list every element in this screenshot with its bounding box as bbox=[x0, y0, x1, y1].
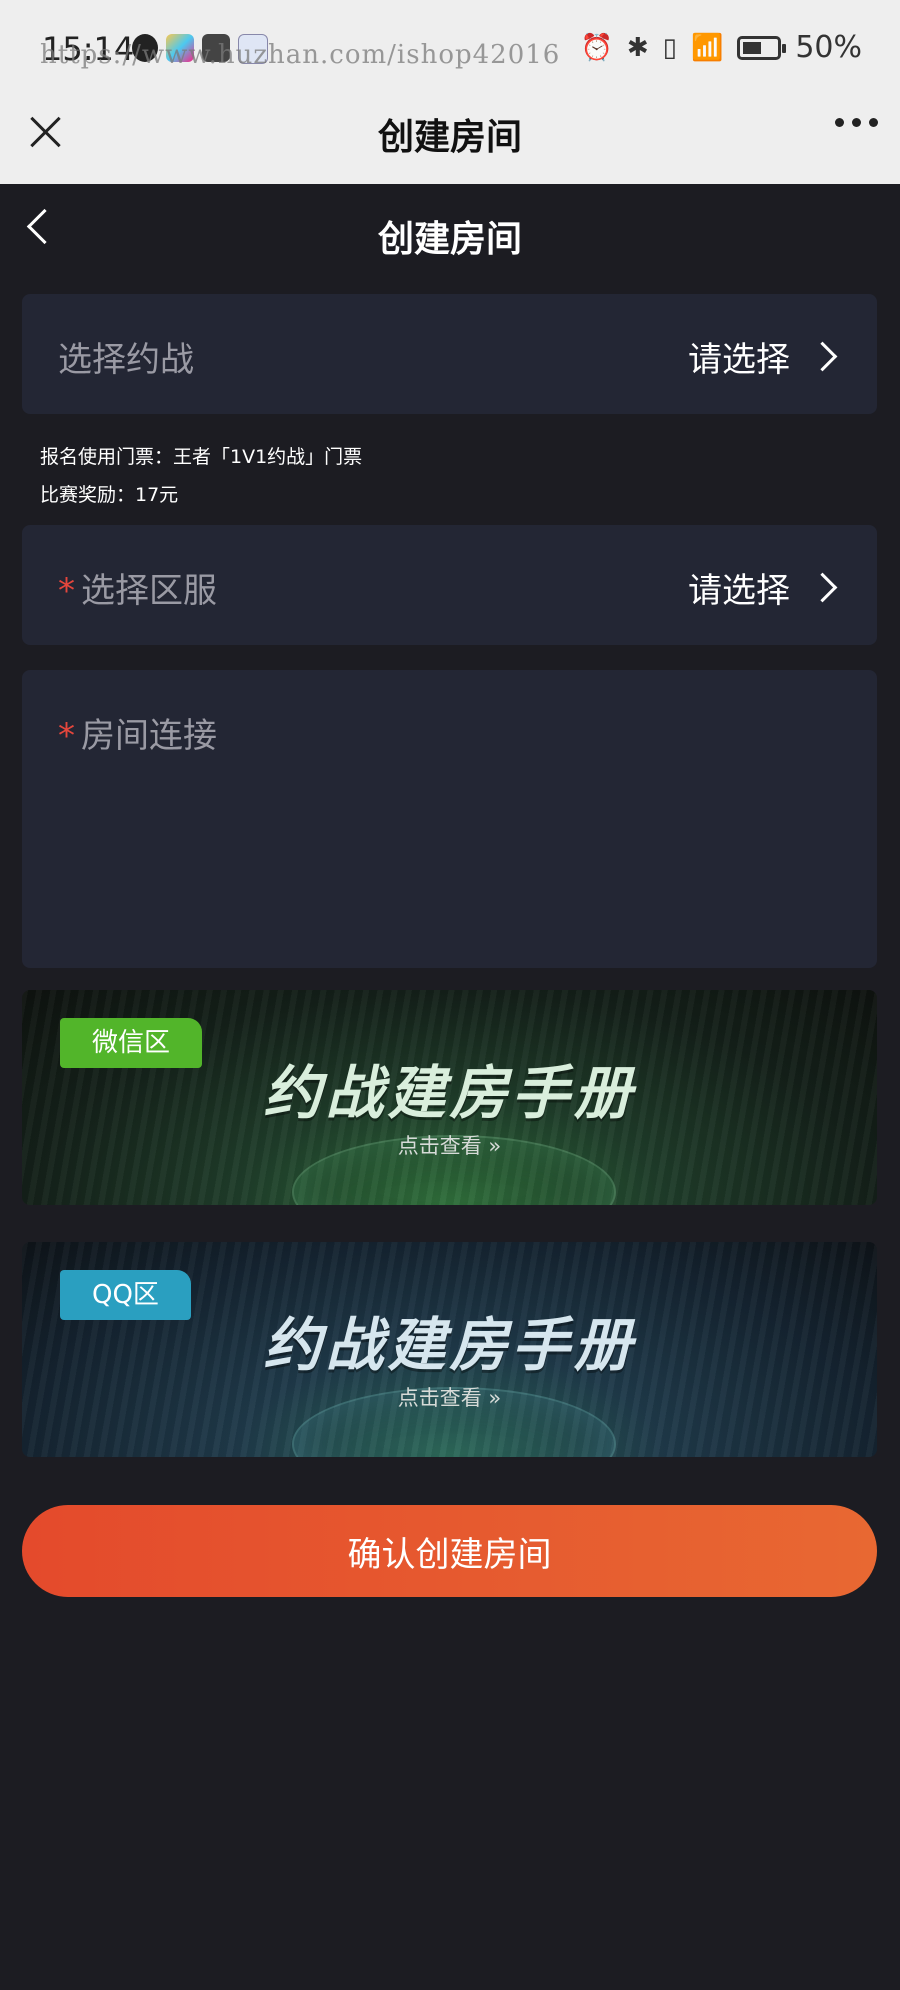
room-link-field[interactable]: * 房间连接 bbox=[22, 670, 877, 968]
banner-view-link[interactable]: 点击查看 » bbox=[22, 1382, 877, 1412]
reward-note: 比赛奖励：17元 bbox=[40, 484, 179, 506]
select-server-row[interactable]: * 选择区服 请选择 bbox=[22, 525, 877, 645]
page-title: 创建房间 bbox=[377, 219, 522, 260]
confirm-create-room-button[interactable]: 确认创建房间 bbox=[22, 1505, 877, 1597]
top-nav-title: 创建房间 bbox=[377, 117, 522, 158]
room-link-label-text: 房间连接 bbox=[81, 716, 217, 756]
battery-icon bbox=[737, 35, 787, 60]
banner-headline: 约战建房手册 bbox=[263, 1311, 636, 1379]
select-server-label: * 选择区服 bbox=[58, 563, 217, 612]
banner-headline: 约战建房手册 bbox=[263, 1059, 636, 1127]
chevron-right-icon bbox=[807, 341, 838, 372]
bluetooth-icon: ✱ bbox=[626, 32, 649, 63]
alarm-icon: ⏰ bbox=[580, 32, 613, 63]
select-battle-picker[interactable]: 请选择 bbox=[688, 332, 838, 381]
chevron-right-icon bbox=[807, 572, 838, 603]
top-nav: 创建房间 bbox=[0, 96, 900, 184]
system-icons: ⏰ ✱ ▯ 📶 50% bbox=[580, 30, 862, 65]
required-mark: * bbox=[58, 571, 75, 611]
wechat-guide-banner[interactable]: 微信区 约战建房手册 点击查看 » bbox=[22, 990, 877, 1205]
required-mark: * bbox=[58, 716, 75, 756]
page-header: 创建房间 bbox=[0, 184, 900, 284]
more-options-icon[interactable] bbox=[835, 118, 878, 127]
room-link-label: * 房间连接 bbox=[58, 708, 217, 757]
qq-guide-banner[interactable]: QQ区 约战建房手册 点击查看 » bbox=[22, 1242, 877, 1457]
battle-notes: 报名使用门票：王者「1V1约战」门票 比赛奖励：17元 bbox=[40, 438, 362, 514]
select-server-value: 请选择 bbox=[688, 571, 790, 611]
select-server-picker[interactable]: 请选择 bbox=[688, 563, 838, 612]
select-battle-value: 请选择 bbox=[688, 340, 790, 380]
battery-percent: 50% bbox=[795, 30, 862, 65]
select-server-label-text: 选择区服 bbox=[81, 571, 217, 611]
ticket-note: 报名使用门票：王者「1V1约战」门票 bbox=[40, 446, 363, 468]
banner-view-link[interactable]: 点击查看 » bbox=[22, 1130, 877, 1160]
select-battle-label: 选择约战 bbox=[58, 340, 194, 380]
signal-5g-icon: 📶 bbox=[690, 32, 724, 63]
select-battle-row[interactable]: 选择约战 请选择 bbox=[22, 294, 877, 414]
watermark-text: https://www.huzhan.com/ishop42016 bbox=[40, 40, 561, 70]
status-bar: 15:14 https://www.huzhan.com/ishop42016 … bbox=[0, 0, 900, 96]
vibrate-icon: ▯ bbox=[662, 32, 677, 63]
